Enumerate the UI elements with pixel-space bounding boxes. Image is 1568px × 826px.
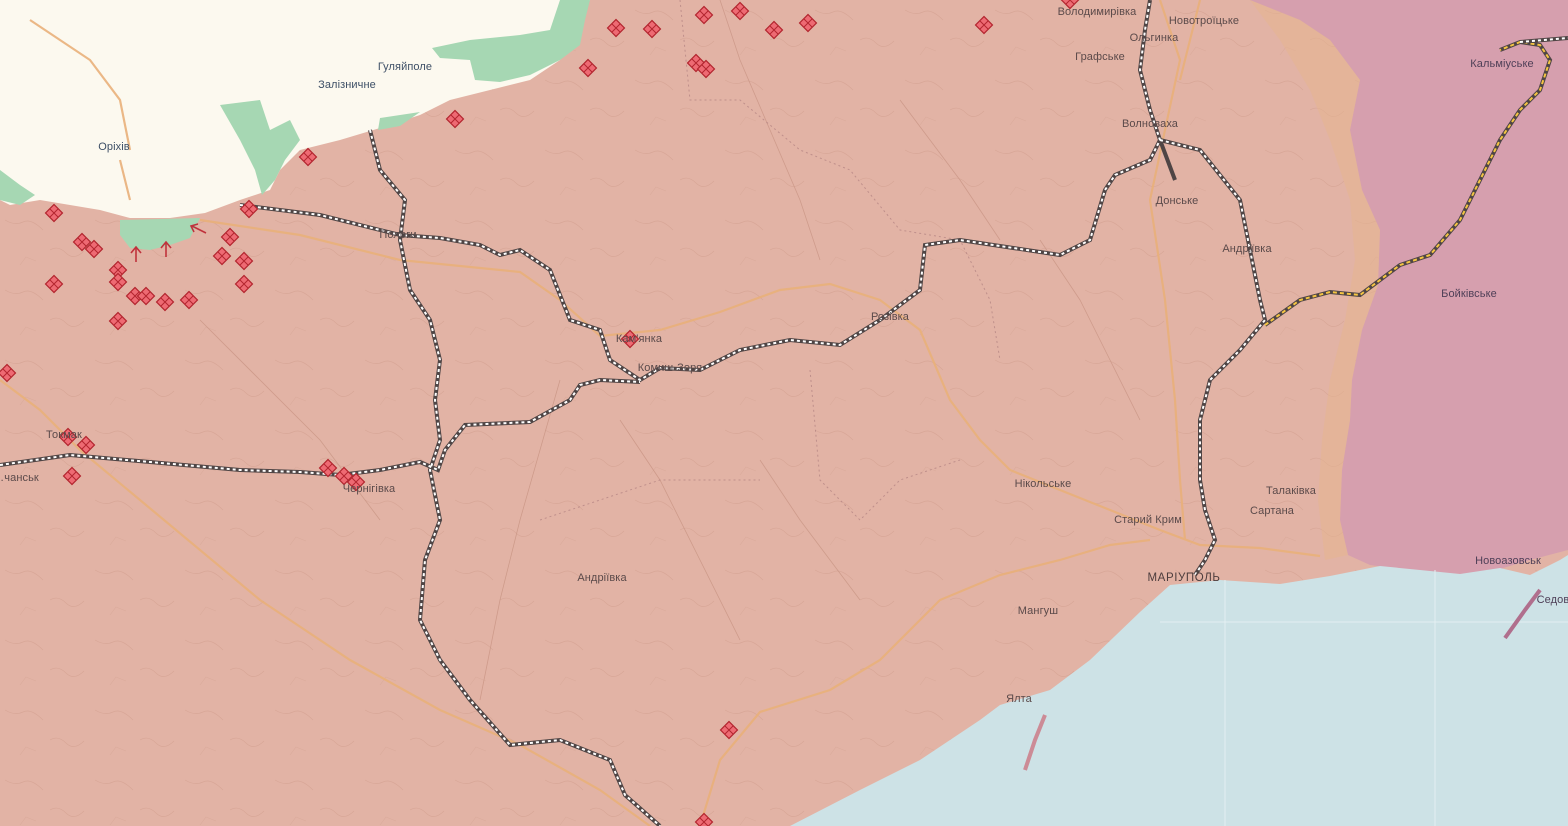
label-mariupol[interactable]: МАРІУПОЛЬ bbox=[1148, 572, 1221, 584]
label-talakivka[interactable]: Талаківка bbox=[1266, 485, 1316, 497]
label-boikivske[interactable]: Бойківське bbox=[1441, 288, 1497, 300]
label-kamianka[interactable]: Кам'янка bbox=[616, 333, 662, 345]
label-kuibysheve[interactable]: Комиш-Зоря bbox=[638, 362, 702, 374]
label-donske[interactable]: Донське bbox=[1156, 195, 1199, 207]
label-polohy[interactable]: Пологи bbox=[379, 229, 416, 241]
label-novotroitske[interactable]: Новотроїцьке bbox=[1169, 15, 1239, 27]
label-olhynka[interactable]: Ольгинка bbox=[1130, 32, 1179, 44]
label-zaliznychne[interactable]: Залізничне bbox=[318, 79, 376, 91]
map-layers bbox=[0, 0, 1568, 826]
label-andriivka-s[interactable]: Андріївка bbox=[577, 572, 626, 584]
label-andriivka-ne[interactable]: Андріївка bbox=[1222, 243, 1271, 255]
label-kalmiuske[interactable]: Кальміуське bbox=[1470, 58, 1533, 70]
label-chernihivka[interactable]: Чернігівка bbox=[343, 483, 396, 495]
label-rozivka[interactable]: Розівка bbox=[871, 311, 909, 323]
label-volodymyrivka[interactable]: Володимирівка bbox=[1058, 6, 1137, 18]
label-nikolske[interactable]: Нікольське bbox=[1015, 478, 1072, 490]
label-novoazovsk[interactable]: Новоазовськ bbox=[1475, 555, 1541, 567]
label-molochansk[interactable]: …чанськ bbox=[0, 472, 39, 484]
label-orikhiv[interactable]: Оріхів bbox=[98, 141, 130, 153]
label-sedove[interactable]: Седово bbox=[1537, 594, 1568, 606]
label-yalta[interactable]: Ялта bbox=[1006, 693, 1032, 705]
label-huliaipole[interactable]: Гуляйполе bbox=[378, 61, 432, 73]
label-sartana[interactable]: Сартана bbox=[1250, 505, 1294, 517]
label-tokmak[interactable]: Токмак bbox=[46, 429, 82, 441]
label-manhush[interactable]: Мангуш bbox=[1018, 605, 1058, 617]
label-volnovakha[interactable]: Волноваха bbox=[1122, 118, 1178, 130]
label-hrafske[interactable]: Графське bbox=[1075, 51, 1125, 63]
label-staryi-krym[interactable]: Старий Крим bbox=[1114, 514, 1182, 526]
map-canvas[interactable]: Володимирівка Новотроїцьке Ольгинка Граф… bbox=[0, 0, 1568, 826]
